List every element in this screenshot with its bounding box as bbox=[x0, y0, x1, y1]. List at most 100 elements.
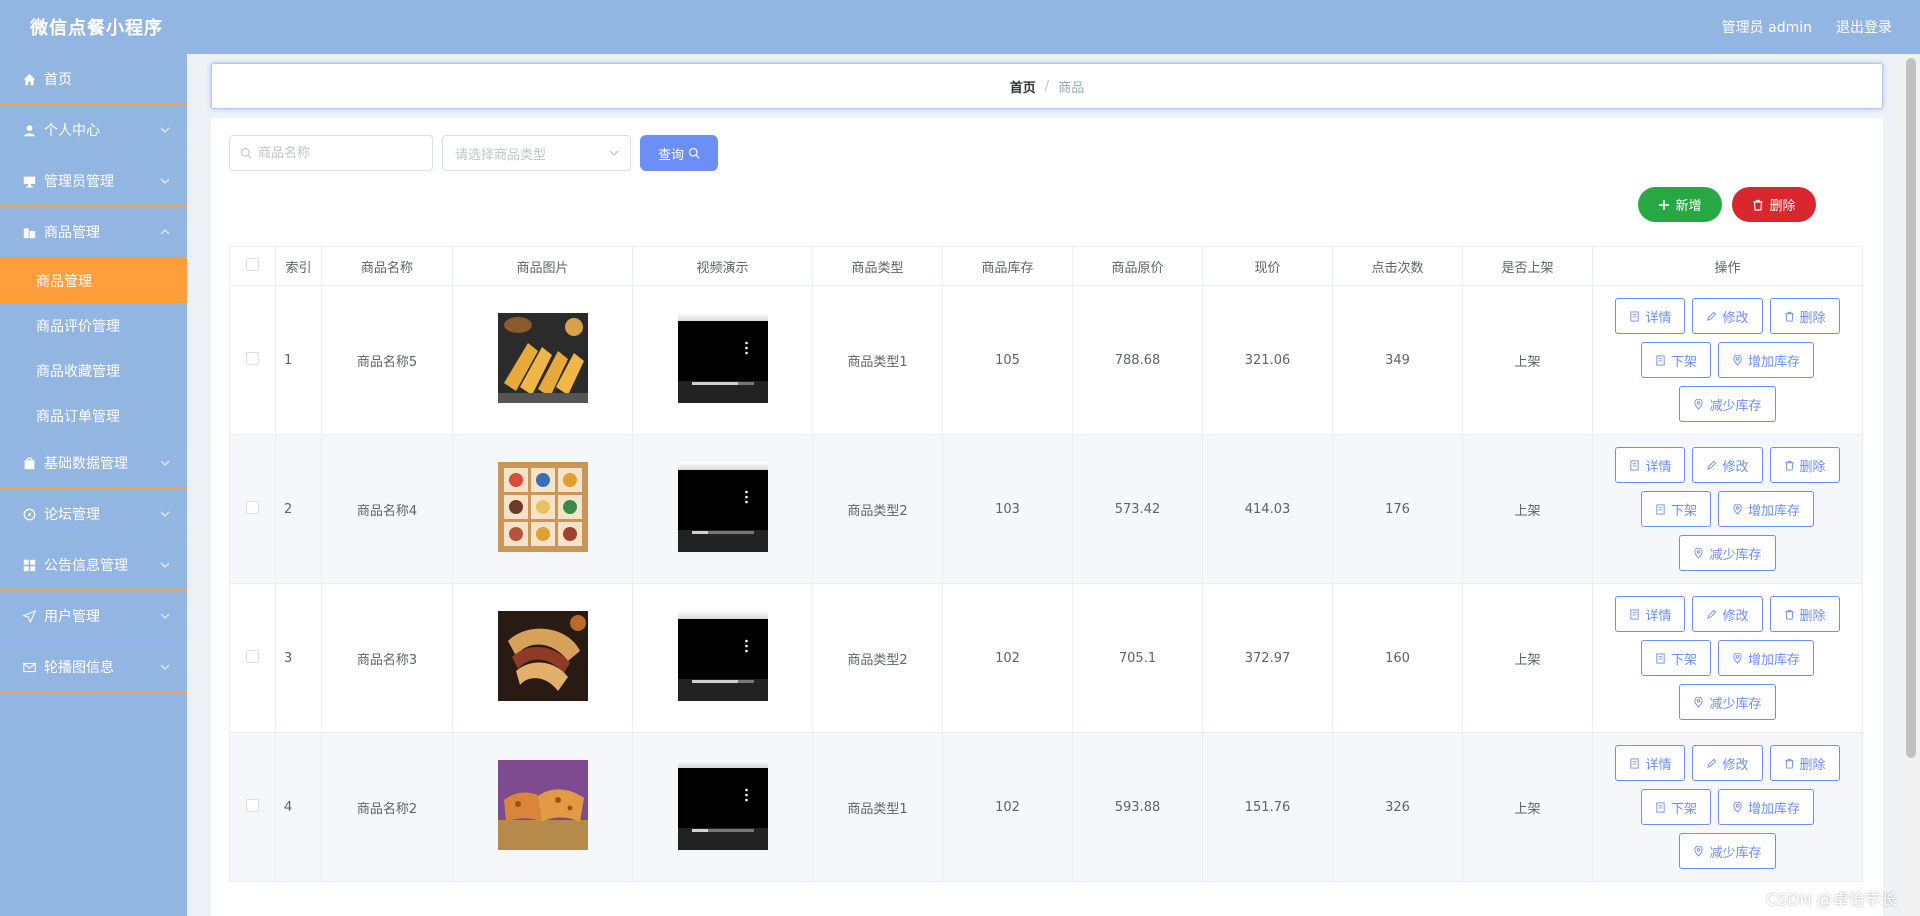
monitor-icon bbox=[22, 174, 36, 188]
query-button[interactable]: 查询 bbox=[640, 135, 718, 171]
unlist-button[interactable]: 下架 bbox=[1640, 491, 1711, 527]
goods-image[interactable] bbox=[497, 462, 588, 552]
goods-price: 414.03 bbox=[1202, 434, 1333, 584]
sidebar-item-admin-management[interactable]: 管理员管理 bbox=[0, 156, 187, 207]
goods-status: 上架 bbox=[1462, 732, 1593, 882]
unlist-label: 下架 bbox=[1670, 652, 1697, 668]
search-icon bbox=[240, 147, 252, 159]
reduce-stock-label: 减少库存 bbox=[1709, 398, 1762, 414]
add-stock-button[interactable]: 增加库存 bbox=[1718, 342, 1815, 378]
document-icon bbox=[1656, 801, 1665, 813]
trash-icon bbox=[1784, 311, 1794, 322]
top-right-links: 管理员 admin 退出登录 bbox=[1722, 17, 1892, 37]
add-stock-button[interactable]: 增加库存 bbox=[1718, 491, 1815, 527]
select-all-cell[interactable] bbox=[229, 246, 276, 286]
goods-table: 索引 商品名称 商品图片 视频演示 商品类型 商品库存 商品原价 现价 点击次数… bbox=[229, 246, 1863, 882]
unlist-button[interactable]: 下架 bbox=[1640, 342, 1711, 378]
goods-video[interactable] bbox=[677, 462, 768, 552]
unlist-button[interactable]: 下架 bbox=[1640, 640, 1711, 676]
reduce-stock-button[interactable]: 减少库存 bbox=[1679, 833, 1776, 869]
row-checkbox[interactable] bbox=[246, 500, 259, 514]
unlist-button[interactable]: 下架 bbox=[1640, 789, 1711, 825]
goods-stock: 102 bbox=[942, 732, 1073, 882]
query-button-label: 查询 bbox=[657, 147, 684, 163]
goods-image[interactable] bbox=[497, 760, 588, 850]
delete-button[interactable]: 删除 bbox=[1769, 447, 1840, 483]
search-icon bbox=[688, 147, 700, 159]
more-icon[interactable] bbox=[744, 639, 748, 653]
sidebar-item-profile[interactable]: 个人中心 bbox=[0, 105, 187, 156]
goods-image-cell bbox=[452, 285, 633, 435]
goods-video[interactable] bbox=[677, 313, 768, 403]
sidebar-item-forum[interactable]: 论坛管理 bbox=[0, 489, 187, 540]
goods-type-select[interactable]: 请选择商品类型 bbox=[442, 135, 631, 171]
goods-video-cell bbox=[632, 732, 813, 882]
sidebar-item-users[interactable]: 用户管理 bbox=[0, 591, 187, 642]
row-checkbox[interactable] bbox=[246, 649, 259, 663]
row-select-cell bbox=[229, 583, 276, 733]
delete-label: 删除 bbox=[1799, 608, 1826, 624]
edit-button[interactable]: 修改 bbox=[1692, 745, 1763, 781]
sidebar-item-announcements[interactable]: 公告信息管理 bbox=[0, 540, 187, 591]
goods-stock: 102 bbox=[942, 583, 1073, 733]
reduce-stock-button[interactable]: 减少库存 bbox=[1679, 684, 1776, 720]
delete-label: 删除 bbox=[1799, 310, 1826, 326]
delete-button[interactable]: 删除 bbox=[1769, 298, 1840, 334]
window-scrollbar-thumb[interactable] bbox=[1906, 58, 1916, 758]
delete-button[interactable]: 删除 bbox=[1769, 596, 1840, 632]
breadcrumb-home[interactable]: 首页 bbox=[1010, 77, 1036, 96]
row-checkbox[interactable] bbox=[246, 351, 259, 365]
column-header: 操作 bbox=[1592, 246, 1863, 286]
edit-button[interactable]: 修改 bbox=[1692, 596, 1763, 632]
detail-button[interactable]: 详情 bbox=[1615, 596, 1686, 632]
delete-button[interactable]: 删除 bbox=[1769, 745, 1840, 781]
submenu-item-orders[interactable]: 商品订单管理 bbox=[0, 393, 187, 438]
plus-icon bbox=[1659, 199, 1670, 210]
edit-label: 修改 bbox=[1722, 757, 1749, 773]
add-stock-button[interactable]: 增加库存 bbox=[1718, 789, 1815, 825]
detail-button[interactable]: 详情 bbox=[1615, 298, 1686, 334]
location-pin-icon bbox=[1694, 398, 1704, 410]
goods-name-input[interactable] bbox=[258, 145, 428, 161]
goods-image[interactable] bbox=[497, 611, 588, 701]
column-header: 索引 bbox=[275, 246, 322, 286]
logout-link[interactable]: 退出登录 bbox=[1836, 17, 1892, 37]
more-icon[interactable] bbox=[744, 788, 748, 802]
edit-button[interactable]: 修改 bbox=[1692, 447, 1763, 483]
edit-icon bbox=[1707, 311, 1717, 321]
grid-icon bbox=[22, 558, 36, 572]
row-checkbox[interactable] bbox=[246, 798, 259, 812]
sidebar-item-home[interactable]: 首页 bbox=[0, 54, 187, 105]
goods-name: 商品名称3 bbox=[321, 583, 453, 733]
goods-video[interactable] bbox=[677, 760, 768, 850]
sidebar-item-label: 首页 bbox=[44, 72, 72, 88]
chevron-down-icon bbox=[160, 613, 170, 619]
submenu-item-goods[interactable]: 商品管理 bbox=[0, 258, 187, 303]
edit-button[interactable]: 修改 bbox=[1692, 298, 1763, 334]
sidebar-item-carousel[interactable]: 轮播图信息 bbox=[0, 642, 187, 693]
goods-image[interactable] bbox=[497, 313, 588, 403]
add-stock-button[interactable]: 增加库存 bbox=[1718, 640, 1815, 676]
admin-user-label[interactable]: 管理员 admin bbox=[1722, 17, 1812, 37]
detail-label: 详情 bbox=[1645, 608, 1672, 624]
location-pin-icon bbox=[1694, 547, 1704, 559]
submenu-item-favorites[interactable]: 商品收藏管理 bbox=[0, 348, 187, 393]
add-button[interactable]: 新增 bbox=[1638, 187, 1722, 222]
sidebar-item-goods-management[interactable]: 商品管理 bbox=[0, 207, 187, 258]
more-icon[interactable] bbox=[744, 341, 748, 355]
watermark: CSDN @卓怡学长 bbox=[1766, 890, 1897, 909]
column-header: 商品类型 bbox=[812, 246, 943, 286]
goods-video[interactable] bbox=[677, 611, 768, 701]
row-index: 3 bbox=[275, 583, 322, 733]
reduce-stock-button[interactable]: 减少库存 bbox=[1679, 386, 1776, 422]
bag-icon bbox=[22, 456, 36, 470]
detail-button[interactable]: 详情 bbox=[1615, 745, 1686, 781]
detail-button[interactable]: 详情 bbox=[1615, 447, 1686, 483]
more-icon[interactable] bbox=[744, 490, 748, 504]
add-button-label: 新增 bbox=[1675, 199, 1702, 214]
select-all-checkbox[interactable] bbox=[246, 257, 259, 271]
batch-delete-button[interactable]: 删除 bbox=[1732, 187, 1816, 222]
submenu-item-reviews[interactable]: 商品评价管理 bbox=[0, 303, 187, 348]
reduce-stock-button[interactable]: 减少库存 bbox=[1679, 535, 1776, 571]
sidebar-item-base-data[interactable]: 基础数据管理 bbox=[0, 438, 187, 489]
